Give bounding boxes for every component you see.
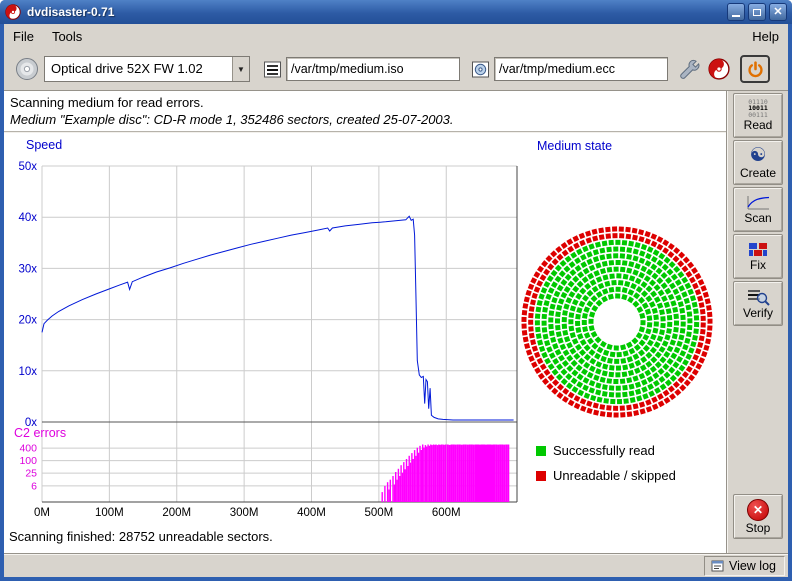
menubar: File Tools Help	[4, 24, 788, 49]
verify-button-label: Verify	[743, 306, 773, 320]
svg-text:100M: 100M	[95, 507, 124, 519]
create-button-label: Create	[740, 166, 776, 180]
read-button-label: Read	[744, 118, 773, 132]
read-button[interactable]: 01110 10011 00111 Read	[733, 93, 783, 138]
svg-text:400: 400	[19, 443, 37, 455]
minimize-button[interactable]	[727, 3, 745, 21]
verify-icon	[746, 288, 770, 306]
chevron-down-icon[interactable]: ▼	[232, 57, 249, 81]
speed-chart-title: Speed	[26, 138, 62, 152]
preferences-button[interactable]	[676, 56, 702, 82]
image-file-input[interactable]	[286, 57, 460, 81]
svg-text:600M: 600M	[432, 507, 461, 519]
svg-text:50x: 50x	[18, 161, 37, 173]
verify-button[interactable]: Verify	[733, 281, 783, 326]
fix-button-label: Fix	[750, 258, 766, 272]
speed-c2-chart: 0x10x20x30x40x50x6251004000M100M200M300M…	[8, 154, 528, 526]
scan-icon	[746, 195, 770, 211]
svg-text:100: 100	[19, 455, 37, 467]
svg-text:200M: 200M	[162, 507, 191, 519]
menu-help[interactable]: Help	[743, 25, 788, 48]
power-icon	[747, 61, 764, 78]
medium-state-disc	[517, 222, 717, 422]
titlebar[interactable]: dvdisaster-0.71 ✕	[0, 0, 792, 24]
drive-icon	[14, 56, 40, 82]
create-button[interactable]: ☯ Create	[733, 140, 783, 185]
action-sidebar: 01110 10011 00111 Read ☯ Create	[726, 91, 788, 553]
toolbar: Optical drive 52X FW 1.02 ▼	[4, 49, 788, 90]
window-title: dvdisaster-0.71	[27, 5, 724, 19]
drive-selector-value: Optical drive 52X FW 1.02	[45, 57, 232, 81]
app-window: dvdisaster-0.71 ✕ File Tools Help Optica…	[0, 0, 792, 581]
legend-success-label: Successfully read	[553, 443, 655, 458]
app-icon	[5, 4, 21, 20]
svg-text:10x: 10x	[18, 366, 37, 378]
menu-tools[interactable]: Tools	[43, 25, 91, 48]
ecc-file-icon	[470, 59, 490, 79]
scan-button[interactable]: Scan	[733, 187, 783, 232]
scan-result-text: Scanning finished: 28752 unreadable sect…	[9, 529, 273, 544]
stop-button[interactable]: ✕ Stop	[733, 494, 783, 539]
c2-errors-chart-title: C2 errors	[14, 426, 66, 440]
maximize-icon	[753, 9, 761, 16]
create-icon: ☯	[749, 146, 766, 166]
stop-icon: ✕	[747, 499, 769, 521]
dvdisaster-disc-icon	[708, 58, 730, 80]
quit-button[interactable]	[740, 55, 770, 83]
minimize-icon	[732, 15, 740, 17]
svg-text:500M: 500M	[364, 507, 393, 519]
svg-text:20x: 20x	[18, 315, 37, 327]
status-line-1: Scanning medium for read errors.	[10, 95, 204, 110]
fix-button[interactable]: Fix	[733, 234, 783, 279]
about-button[interactable]	[706, 56, 732, 82]
svg-text:300M: 300M	[230, 507, 259, 519]
svg-text:6: 6	[31, 480, 37, 492]
legend-unreadable-label: Unreadable / skipped	[553, 468, 676, 483]
status-separator	[4, 131, 726, 133]
legend-item-unreadable: Unreadable / skipped	[536, 468, 676, 483]
success-swatch-icon	[536, 446, 546, 456]
view-log-label: View log	[729, 559, 776, 573]
close-icon: ✕	[773, 7, 782, 18]
close-button[interactable]: ✕	[769, 3, 787, 21]
statusbar: View log	[4, 553, 788, 577]
svg-text:400M: 400M	[297, 507, 326, 519]
read-icon: 01110 10011 00111	[748, 99, 768, 119]
svg-text:30x: 30x	[18, 263, 37, 275]
status-line-2: Medium "Example disc": CD-R mode 1, 3524…	[10, 112, 454, 127]
fix-icon	[747, 241, 769, 258]
image-file-icon	[262, 59, 282, 79]
svg-text:40x: 40x	[18, 212, 37, 224]
svg-text:0M: 0M	[34, 507, 50, 519]
view-log-button[interactable]: View log	[704, 556, 785, 576]
menu-file[interactable]: File	[4, 25, 43, 48]
scan-button-label: Scan	[744, 211, 771, 225]
unreadable-swatch-icon	[536, 471, 546, 481]
ecc-file-input[interactable]	[494, 57, 668, 81]
stop-button-label: Stop	[746, 521, 771, 535]
app-body: File Tools Help Optical drive 52X FW 1.0…	[4, 24, 788, 577]
maximize-button[interactable]	[748, 3, 766, 21]
wrench-icon	[678, 58, 700, 80]
medium-state-title: Medium state	[537, 139, 612, 153]
drive-selector[interactable]: Optical drive 52X FW 1.02 ▼	[44, 56, 250, 82]
main-content: Scanning medium for read errors. Medium …	[4, 91, 726, 553]
svg-text:25: 25	[25, 468, 37, 480]
legend-item-success: Successfully read	[536, 443, 655, 458]
view-log-icon	[711, 560, 724, 572]
